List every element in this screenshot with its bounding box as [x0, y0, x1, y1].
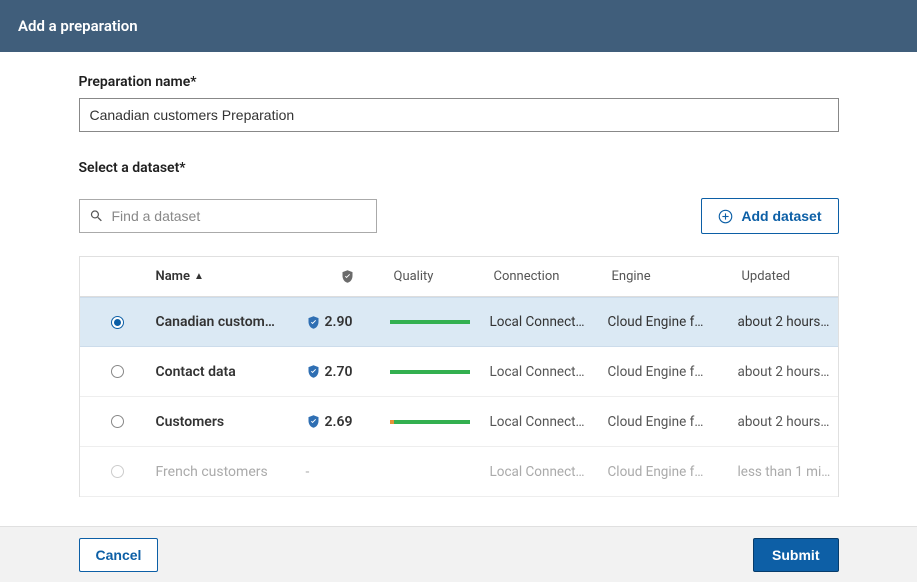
shield-check-icon	[306, 413, 321, 430]
connection-cell: Local Connect…	[490, 414, 608, 430]
column-name[interactable]: Name ▲	[156, 269, 306, 284]
table-row[interactable]: Contact data2.70 Local Connect…Cloud Engi…	[80, 347, 838, 397]
table-row: French customers- Local Connect…Cloud Eng…	[80, 447, 838, 497]
dataset-search-box	[79, 199, 377, 233]
search-icon	[89, 209, 104, 224]
trust-score: 2.69	[306, 413, 390, 430]
cancel-button[interactable]: Cancel	[79, 538, 159, 572]
select-radio[interactable]	[111, 365, 124, 378]
table-row[interactable]: Customers2.69 Local Connect…Cloud Engine …	[80, 397, 838, 447]
quality-bar	[390, 320, 490, 324]
connection-cell: Local Connect…	[490, 464, 608, 480]
dataset-search-input[interactable]	[79, 199, 377, 233]
updated-cell: about 2 hours ago	[738, 414, 840, 430]
add-dataset-label: Add dataset	[741, 208, 821, 224]
engine-cell: Cloud Engine f…	[608, 414, 738, 430]
select-radio[interactable]	[111, 415, 124, 428]
column-engine[interactable]: Engine	[608, 269, 738, 284]
preparation-name-label: Preparation name*	[79, 74, 839, 90]
quality-bar	[390, 420, 490, 424]
quality-bar	[390, 370, 490, 374]
dataset-name: Contact data	[156, 364, 306, 380]
shield-check-icon	[306, 363, 321, 380]
submit-button[interactable]: Submit	[753, 538, 838, 572]
engine-cell: Cloud Engine f…	[608, 364, 738, 380]
connection-cell: Local Connect…	[490, 314, 608, 330]
dataset-name: Customers	[156, 414, 306, 430]
engine-cell: Cloud Engine f…	[608, 314, 738, 330]
dialog-header: Add a preparation	[0, 0, 917, 52]
table-row[interactable]: Canadian custom…2.90 Local Connect…Cloud …	[80, 297, 838, 347]
dataset-table: Name ▲ Quality Connection Engine Updated…	[79, 256, 839, 497]
shield-check-icon	[306, 314, 321, 331]
table-header: Name ▲ Quality Connection Engine Updated	[80, 257, 838, 297]
trust-score: -	[306, 464, 390, 480]
connection-cell: Local Connect…	[490, 364, 608, 380]
column-quality[interactable]: Quality	[390, 269, 490, 284]
sort-ascending-icon: ▲	[194, 271, 204, 282]
dataset-name: Canadian custom…	[156, 314, 306, 330]
trust-score: 2.90	[306, 314, 390, 331]
shield-check-icon	[340, 268, 355, 285]
select-dataset-label: Select a dataset*	[79, 160, 839, 176]
engine-cell: Cloud Engine f…	[608, 464, 738, 480]
updated-cell: less than 1 minute	[738, 464, 840, 480]
preparation-name-input[interactable]	[79, 98, 839, 132]
select-radio	[111, 465, 124, 478]
updated-cell: about 2 hours ago	[738, 314, 840, 330]
trust-score: 2.70	[306, 363, 390, 380]
select-radio[interactable]	[111, 316, 124, 329]
dialog-title: Add a preparation	[18, 17, 138, 35]
dataset-name: French customers	[156, 464, 306, 480]
plus-circle-icon	[718, 209, 733, 224]
updated-cell: about 2 hours ago	[738, 364, 840, 380]
column-connection[interactable]: Connection	[490, 269, 608, 284]
dialog-footer: Cancel Submit	[0, 526, 917, 582]
add-dataset-button[interactable]: Add dataset	[701, 198, 838, 234]
column-trust[interactable]	[306, 268, 390, 285]
column-updated[interactable]: Updated	[738, 269, 840, 284]
